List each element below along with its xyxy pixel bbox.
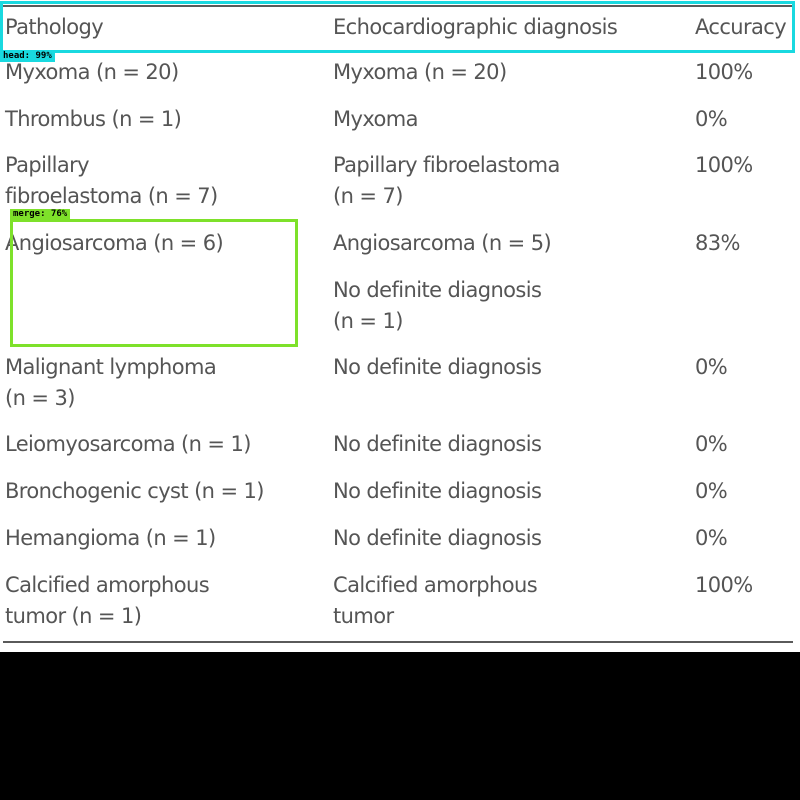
- table-cell-diagnosis: Myxoma: [333, 107, 419, 131]
- table-cell-pathology: Thrombus (n = 1): [5, 107, 182, 131]
- table-cell-diagnosis: Papillary fibroelastoma (n = 7): [333, 153, 560, 208]
- table-cell-accuracy: 100%: [695, 573, 753, 597]
- table-cell-diagnosis: Calcified amorphous tumor: [333, 573, 538, 628]
- table-cell-accuracy: 0%: [695, 432, 728, 456]
- table-cell-pathology: Leiomyosarcoma (n = 1): [5, 432, 251, 456]
- table-cell-accuracy: 100%: [695, 153, 753, 177]
- table-cell-diagnosis: No definite diagnosis: [333, 355, 542, 379]
- table-cell-pathology: Hemangioma (n = 1): [5, 526, 216, 550]
- table-cell-accuracy: 0%: [695, 107, 728, 131]
- table-cell-pathology: Papillary fibroelastoma (n = 7): [5, 153, 218, 208]
- table-cell-diagnosis: No definite diagnosis (n = 1): [333, 278, 542, 333]
- table-cell-diagnosis: No definite diagnosis: [333, 432, 542, 456]
- table-cell-accuracy: 100%: [695, 60, 753, 84]
- merge-detection-box: [10, 219, 298, 347]
- table-cell-accuracy: 83%: [695, 231, 740, 255]
- table-cell-pathology: Malignant lymphoma (n = 3): [5, 355, 217, 410]
- table-bottom-rule: [3, 641, 793, 643]
- table-cell-accuracy: 0%: [695, 526, 728, 550]
- head-detection-label: head: 99%: [0, 51, 55, 62]
- table-cell-diagnosis: No definite diagnosis: [333, 479, 542, 503]
- head-detection-box: [0, 1, 795, 53]
- table-cell-accuracy: 0%: [695, 355, 728, 379]
- table-cell-pathology: Bronchogenic cyst (n = 1): [5, 479, 264, 503]
- table-page: Pathology Echocardiographic diagnosis Ac…: [0, 0, 800, 652]
- table-cell-pathology: Calcified amorphous tumor (n = 1): [5, 573, 210, 628]
- table-cell-diagnosis: Angiosarcoma (n = 5): [333, 231, 552, 255]
- table-cell-diagnosis: Myxoma (n = 20): [333, 60, 507, 84]
- merge-detection-label: merge: 76%: [10, 209, 71, 220]
- table-cell-accuracy: 0%: [695, 479, 728, 503]
- table-cell-diagnosis: No definite diagnosis: [333, 526, 542, 550]
